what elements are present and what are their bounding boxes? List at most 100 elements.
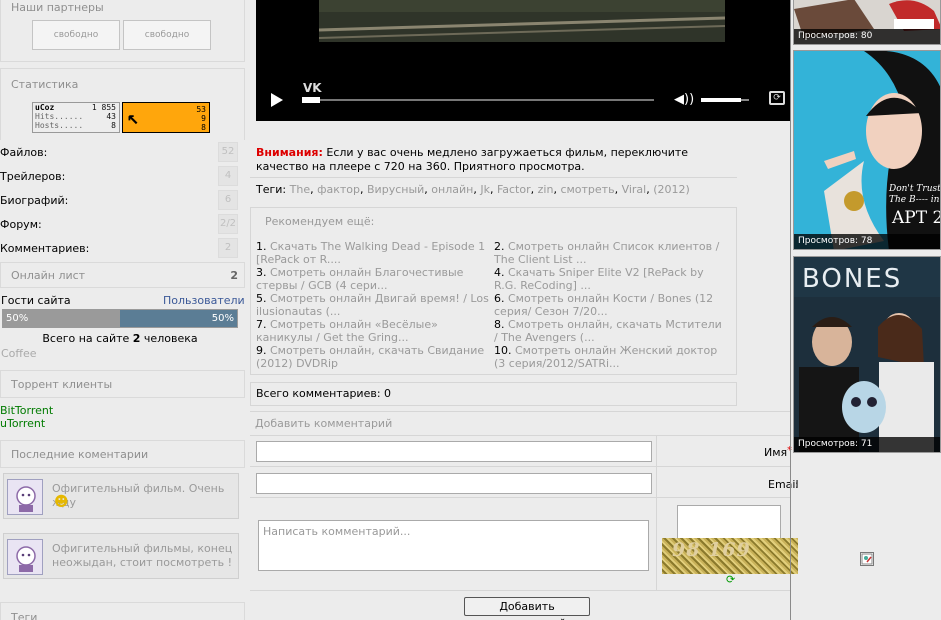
recent-comment-text: Офигительный фильмы, конец неожыдан, сто… [52,542,233,569]
recommended-item[interactable]: 6. Смотреть онлайн Кости / Bones (12 сер… [494,292,728,318]
recent-comments-title: Последние коментарии [11,448,149,461]
recommended-number: 9. [256,344,267,357]
recommended-link[interactable]: Скачать Sniper Elite V2 [RePack by R.G. … [494,266,704,292]
broken-image-icon [860,552,874,566]
recent-comment-card[interactable]: Офигительный фильмы, конец неожыдан, сто… [3,533,239,579]
recommended-number: 5. [256,292,267,305]
recommended-link[interactable]: Смотреть онлайн, скачать Мстители / The … [494,318,722,344]
divider [656,435,657,590]
bittorrent-link[interactable]: BitTorrent [0,404,53,417]
recommended-number: 6. [494,292,505,305]
poster-card[interactable]: Просмотров: 80 [793,0,941,45]
tags-block-title: Теги [11,611,38,620]
recommended-link[interactable]: Смотреть онлайн «Весёлые» каникулы / Get… [256,318,438,344]
ya-value-3: 8 [201,123,206,132]
online-ratio-bar: 50% 50% [2,309,238,328]
tag-link[interactable]: онлайн [431,183,473,196]
recommended-number: 7. [256,318,267,331]
recommended-title: Рекомендуем ещё: [265,215,375,228]
avatar [7,479,43,515]
ucoz-hits-label: Hits [35,112,55,121]
recommended-link[interactable]: Смотреть онлайн Благочестивые стервы / G… [256,266,463,292]
tag-link[interactable]: фактор [317,183,360,196]
recommended-item[interactable]: 4. Скачать Sniper Elite V2 [RePack by R.… [494,266,728,292]
recommended-item[interactable]: 10. Смотреть онлайн Женский доктор (3 се… [494,344,728,370]
comments-total: Всего комментариев: 0 [250,382,737,406]
tag-link[interactable]: смотреть [560,183,614,196]
recommended-link[interactable]: Смотреть онлайн Женский доктор (3 серия/… [494,344,717,370]
online-user[interactable]: Coffee [1,347,37,360]
stat-label: Форум: [0,218,42,231]
recommended-link[interactable]: Смотреть онлайн Двигай время! / Los ilus… [256,292,489,318]
recommended-number: 4. [494,266,505,279]
fullscreen-icon[interactable]: ⟳ [769,91,785,105]
partners-block: Наши партнеры свободно свободно [0,0,245,62]
utorrent-link[interactable]: uTorrent [0,417,45,430]
stat-value: 2/2 [218,214,238,234]
recommended-item[interactable]: 9. Смотреть онлайн, скачать Свидание (20… [256,344,490,370]
svg-text:BONES: BONES [802,264,902,294]
seek-bar[interactable] [302,99,654,101]
partner-slot-2[interactable]: свободно [123,20,211,50]
recommended-item[interactable]: 1. Скачать The Walking Dead - Episode 1 … [256,240,490,266]
recommended-number: 3. [256,266,267,279]
stat-value: 4 [218,166,238,186]
torrents-block-header: Торрент клиенты [0,370,245,398]
users-label[interactable]: Пользователи [163,294,245,307]
ucoz-hits: 43 [106,112,116,121]
captcha-input[interactable] [677,505,781,539]
name-label: Имя [764,446,788,459]
tag-link[interactable]: Viral [622,183,647,196]
recommended-item[interactable]: 7. Смотреть онлайн «Весёлые» каникулы / … [256,318,490,344]
poster-card[interactable]: Don't Trust The B---- in APT 23 Просмотр… [793,50,941,250]
recommended-link[interactable]: Смотреть онлайн Кости / Bones (12 серия/… [494,292,713,318]
tag-link[interactable]: zin [538,183,554,196]
ucoz-hosts: 8 [111,121,116,130]
recommended-link[interactable]: Скачать The Walking Dead - Episode 1 [Re… [256,240,485,266]
name-input[interactable] [256,441,652,462]
recommended-link[interactable]: Смотреть онлайн Список клиентов / The Cl… [494,240,719,266]
add-comment-title: Добавить комментарий [250,411,791,435]
stat-value: 6 [218,190,238,210]
partner-slot-1[interactable]: свободно [32,20,120,50]
email-input[interactable] [256,473,652,494]
stats-title: Статистика [11,78,79,91]
poster-card[interactable]: BONES Просмотров: 71 [793,256,941,453]
tag-link[interactable]: Вирусный [367,183,424,196]
add-comment-button[interactable]: Добавить комментарий [464,597,590,620]
ucoz-total: 1 855 [91,103,116,112]
refresh-captcha-icon[interactable]: ⟳ [726,573,735,586]
video-player[interactable]: VK ◀)) ⟳ [256,0,790,121]
divider [250,497,791,498]
stat-row-trailers: Трейлеров: 4 [0,166,238,188]
tag-link[interactable]: Factor [497,183,531,196]
play-icon[interactable] [271,93,283,107]
divider [250,466,791,467]
poster-views: Просмотров: 80 [794,29,940,44]
svg-text:Don't Trust: Don't Trust [888,184,941,194]
yandex-counter[interactable]: ↖ 53 9 8 [122,102,210,133]
right-column: Просмотров: 80 Don't Trust The B---- in … [791,0,941,620]
ucoz-counter[interactable]: uCoz 1 855 Hits...... 43 Hosts..... 8 [32,102,120,133]
recommended-number: 10. [494,344,512,357]
recommended-item[interactable]: 5. Смотреть онлайн Двигай время! / Los i… [256,292,490,318]
tag-link[interactable]: Jk [480,183,490,196]
recommended-item[interactable]: 2. Смотреть онлайн Список клиентов / The… [494,240,728,266]
recommended-link[interactable]: Смотреть онлайн, скачать Свидание (2012)… [256,344,484,370]
video-frame[interactable] [319,0,725,42]
online-block-header: Онлайн лист 2 [0,262,245,288]
vk-logo: VK [303,81,322,95]
recent-comment-card[interactable]: Офигительный фильм. Очень жду ☻ [3,473,239,519]
seek-progress [302,97,320,103]
tag-link[interactable]: The [290,183,310,196]
volume-icon[interactable]: ◀)) [674,92,694,107]
left-sidebar: Наши партнеры свободно свободно Статисти… [0,0,246,620]
tag-link[interactable]: (2012) [653,183,690,196]
recommended-item[interactable]: 3. Смотреть онлайн Благочестивые стервы … [256,266,490,292]
torrents-title: Торрент клиенты [11,378,113,391]
comment-textarea[interactable]: Написать комментарий... [258,520,649,571]
recommended-item[interactable]: 8. Смотреть онлайн, скачать Мстители / T… [494,318,728,344]
stat-row-forum: Форум: 2/2 [0,214,238,236]
poster-views: Просмотров: 71 [794,437,940,452]
online-total-prefix: Всего на сайте [42,332,133,345]
